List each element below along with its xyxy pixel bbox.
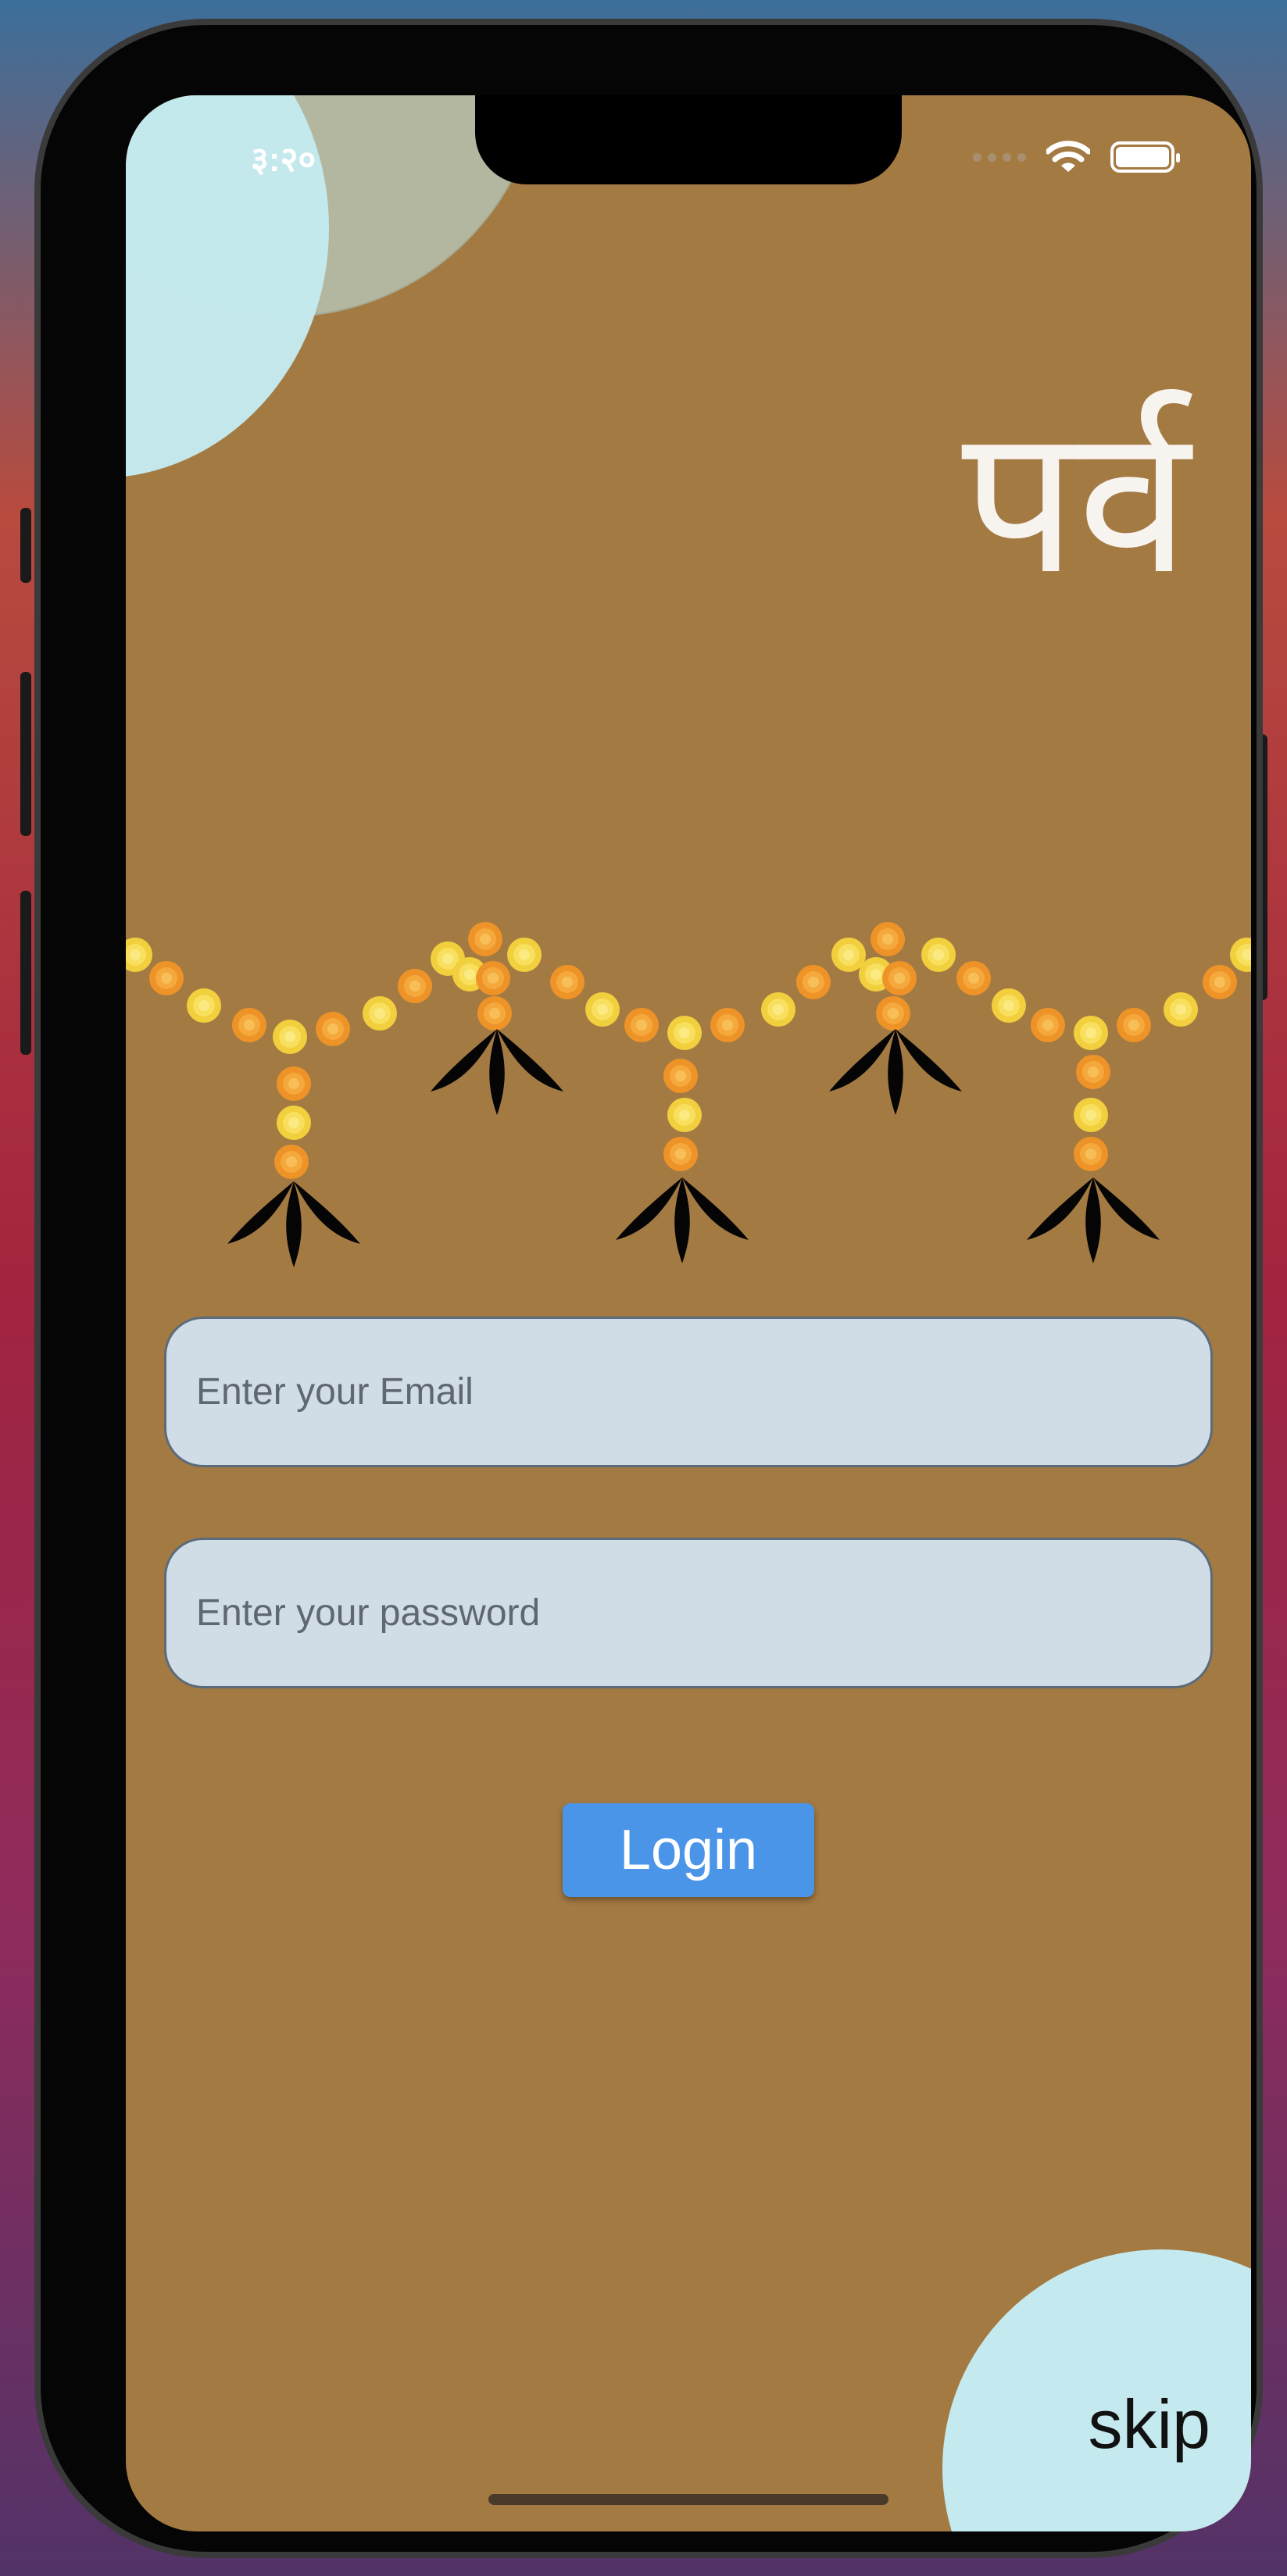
skip-button[interactable]: skip [1089, 2385, 1211, 2464]
home-indicator[interactable] [488, 2494, 888, 2505]
wifi-icon [1046, 141, 1090, 172]
notch [475, 95, 902, 184]
app-screen: ३:२० पर्व Enter your Email Login skip [126, 95, 1251, 2531]
battery-icon [1110, 141, 1180, 173]
password-field[interactable] [164, 1538, 1213, 1688]
login-button[interactable]: Login [563, 1803, 814, 1897]
volume-up-button [20, 672, 31, 836]
status-time: ३:२० [251, 141, 316, 179]
marigold-garland-icon [126, 922, 1251, 1267]
cellular-signal-icon [973, 152, 1026, 162]
mute-switch [20, 508, 31, 583]
app-title: पर्व [961, 384, 1190, 620]
phone-frame: ३:२० पर्व Enter your Email Login skip [34, 19, 1263, 2558]
email-field[interactable] [164, 1317, 1213, 1467]
status-icons [973, 141, 1180, 173]
volume-down-button [20, 891, 31, 1055]
